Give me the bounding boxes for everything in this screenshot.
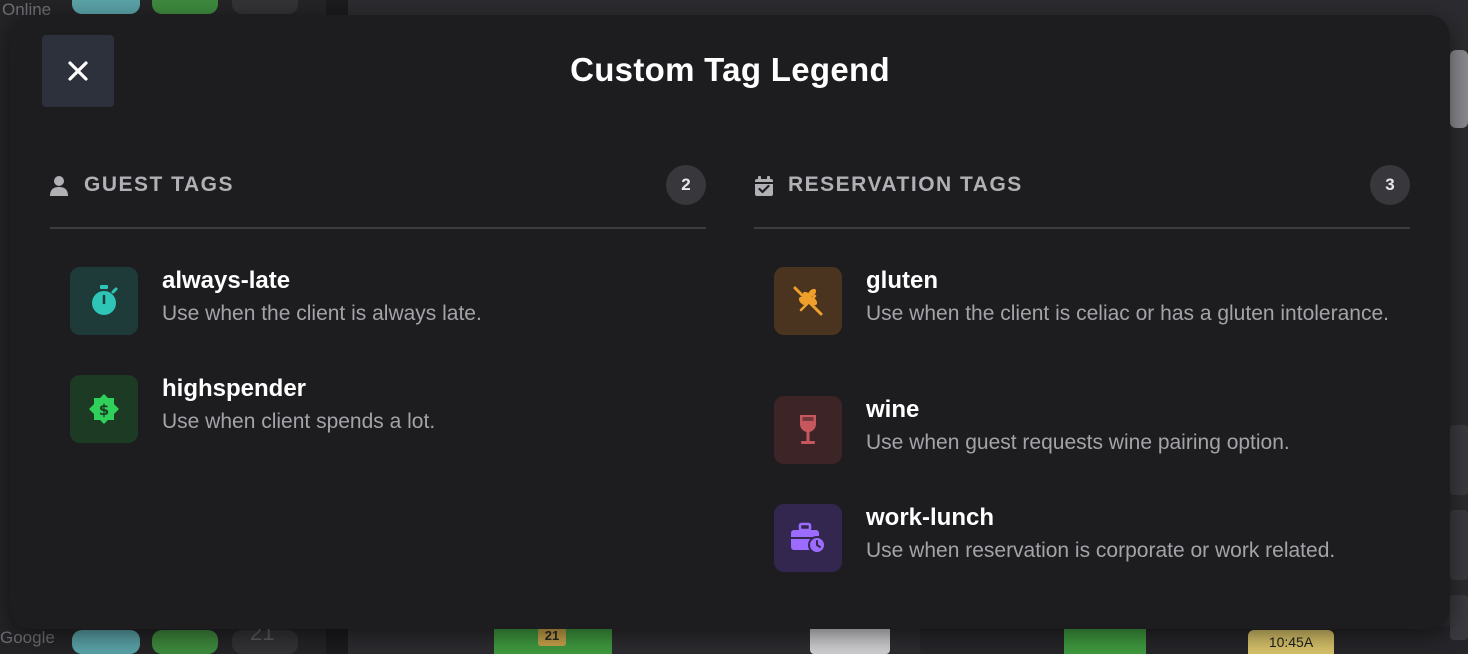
calendar-check-icon bbox=[755, 176, 773, 196]
background-label-google: Google bbox=[0, 628, 55, 647]
stopwatch-icon bbox=[70, 267, 138, 335]
guest-tags-section: GUEST TAGS 2 always-late Use when the cl… bbox=[50, 165, 706, 443]
background-pill bbox=[152, 630, 218, 654]
background-card bbox=[1450, 425, 1468, 495]
background-pill bbox=[232, 0, 298, 14]
background-card bbox=[1450, 510, 1468, 580]
tag-description: Use when guest requests wine pairing opt… bbox=[866, 431, 1290, 454]
background-table-chip: 21 bbox=[538, 626, 566, 646]
background-scrollbar bbox=[1450, 50, 1468, 128]
reservation-tags-header: RESERVATION TAGS 3 bbox=[754, 165, 1410, 229]
guest-tags-label: GUEST TAGS bbox=[84, 173, 234, 196]
tag-name: highspender bbox=[162, 375, 307, 402]
tag-description: Use when client spends a lot. bbox=[162, 410, 436, 433]
background-pill bbox=[72, 0, 140, 14]
background-card bbox=[810, 626, 890, 654]
dollar-badge-icon: $ bbox=[70, 375, 138, 443]
background-card bbox=[920, 626, 1468, 654]
tag-name: gluten bbox=[866, 267, 938, 294]
background-pill bbox=[152, 0, 218, 14]
briefcase-clock-icon bbox=[774, 504, 842, 572]
background-pill bbox=[72, 630, 140, 654]
reservation-tags-label: RESERVATION TAGS bbox=[788, 173, 1023, 196]
svg-text:$: $ bbox=[99, 401, 109, 419]
tag-name: work-lunch bbox=[866, 504, 995, 531]
background-table bbox=[1064, 626, 1146, 654]
person-icon bbox=[50, 176, 68, 196]
background-time-chip: 10:45A bbox=[1248, 630, 1334, 654]
wine-glass-icon bbox=[774, 396, 842, 464]
no-gluten-icon bbox=[774, 267, 842, 335]
guest-tags-header: GUEST TAGS 2 bbox=[50, 165, 706, 229]
tag-description: Use when the client is celiac or has a g… bbox=[866, 302, 1389, 325]
modal-title: Custom Tag Legend bbox=[570, 51, 890, 88]
tag-description: Use when the client is always late. bbox=[162, 302, 482, 325]
tag-description: Use when reservation is corporate or wor… bbox=[866, 539, 1336, 562]
background-card bbox=[1450, 595, 1468, 640]
reservation-tags-section: RESERVATION TAGS 3 gluten Use when the c… bbox=[754, 165, 1410, 572]
tag-legend-modal: Custom Tag Legend GUEST TAGS 2 always-la… bbox=[10, 15, 1450, 629]
reservation-tags-count-badge: 3 bbox=[1370, 165, 1410, 205]
tag-name: always-late bbox=[162, 267, 291, 294]
tag-name: wine bbox=[866, 396, 920, 423]
guest-tags-count-badge: 2 bbox=[666, 165, 706, 205]
